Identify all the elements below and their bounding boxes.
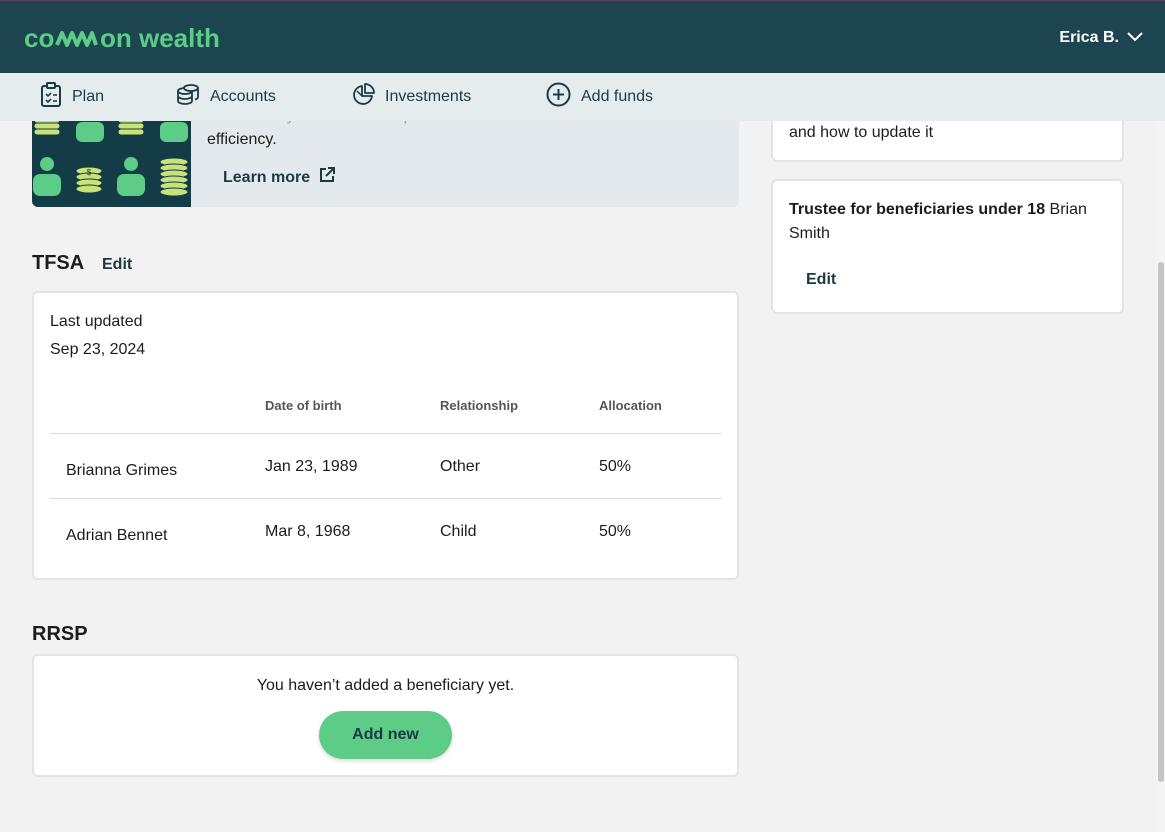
beneficiary-relationship: Child xyxy=(440,523,477,540)
banner-text-last: efficiency. xyxy=(207,131,277,148)
beneficiary-dob: Mar 8, 1968 xyxy=(265,523,351,540)
trustee-name-last: Smith xyxy=(789,225,830,242)
trustee-label: Trustee for beneficiaries under 18 xyxy=(789,201,1046,218)
chevron-down-icon xyxy=(1127,29,1143,47)
last-updated-date: Sep 23, 2024 xyxy=(50,341,146,358)
rrsp-card: You haven’t added a beneficiary yet. Add… xyxy=(32,654,739,777)
svg-text:$: $ xyxy=(87,168,92,177)
beneficiary-allocation: 50% xyxy=(599,458,632,475)
beneficiary-dob: Jan 23, 1989 xyxy=(265,458,358,475)
nav-label-add-funds: Add funds xyxy=(581,88,654,105)
common-wealth-logo[interactable]: co on wealth xyxy=(24,22,228,54)
learn-more-label: Learn more xyxy=(223,168,311,186)
clipboard-icon xyxy=(40,81,62,113)
last-updated-label: Last updated xyxy=(50,313,143,330)
rrsp-title: RRSP xyxy=(32,623,88,645)
beneficiary-allocation: 50% xyxy=(599,523,632,540)
empty-beneficiary-message: You haven’t added a beneficiary yet. xyxy=(256,677,515,694)
tfsa-edit-link[interactable]: Edit xyxy=(102,256,132,274)
column-header-dob: Date of birth xyxy=(265,398,342,413)
beneficiary-name: Brianna Grimes xyxy=(66,462,178,479)
user-name: Erica B. xyxy=(1059,29,1119,46)
user-menu[interactable]: Erica B. xyxy=(1059,27,1143,49)
plus-circle-icon xyxy=(546,82,571,112)
table-divider xyxy=(50,498,722,499)
svg-text:on wealth: on wealth xyxy=(100,23,220,53)
beneficiary-relationship: Other xyxy=(440,458,481,475)
scrollbar-thumb[interactable] xyxy=(1158,262,1164,782)
top-header: co on wealth Erica B. xyxy=(0,0,1165,73)
trustee-text: Trustee for beneficiaries under 18 Brian… xyxy=(789,198,1109,246)
svg-text:co: co xyxy=(24,23,54,53)
add-new-button[interactable]: Add new xyxy=(319,711,452,759)
nav-label-investments: Investments xyxy=(385,88,472,105)
info-card-text-tail: and how to update it xyxy=(789,124,934,141)
nav-item-investments[interactable]: Investments xyxy=(351,73,471,121)
external-link-icon xyxy=(318,166,336,189)
trustee-name-first: Brian xyxy=(1049,201,1087,218)
tfsa-title: TFSA xyxy=(32,252,85,274)
trustee-edit-link[interactable]: Edit xyxy=(806,271,836,289)
trustee-card: Trustee for beneficiaries under 18 Brian… xyxy=(771,179,1124,314)
tfsa-card: Last updated Sep 23, 2024 Date of birth … xyxy=(32,291,739,580)
column-header-relationship: Relationship xyxy=(440,398,519,413)
main-nav: Plan Accounts Investments Add funds xyxy=(0,73,1165,121)
nav-label-plan: Plan xyxy=(72,88,105,105)
coins-stack-icon xyxy=(176,83,200,112)
learn-more-link[interactable]: Learn more xyxy=(223,166,336,189)
column-header-allocation: Allocation xyxy=(599,398,662,413)
table-divider xyxy=(50,433,722,434)
nav-item-accounts[interactable]: Accounts xyxy=(176,73,276,121)
nav-label-accounts: Accounts xyxy=(210,88,276,105)
beneficiary-name: Adrian Bennet xyxy=(66,527,168,544)
nav-item-add-funds[interactable]: Add funds xyxy=(546,73,653,121)
nav-item-plan[interactable]: Plan xyxy=(40,73,104,121)
pie-chart-icon xyxy=(351,82,375,112)
